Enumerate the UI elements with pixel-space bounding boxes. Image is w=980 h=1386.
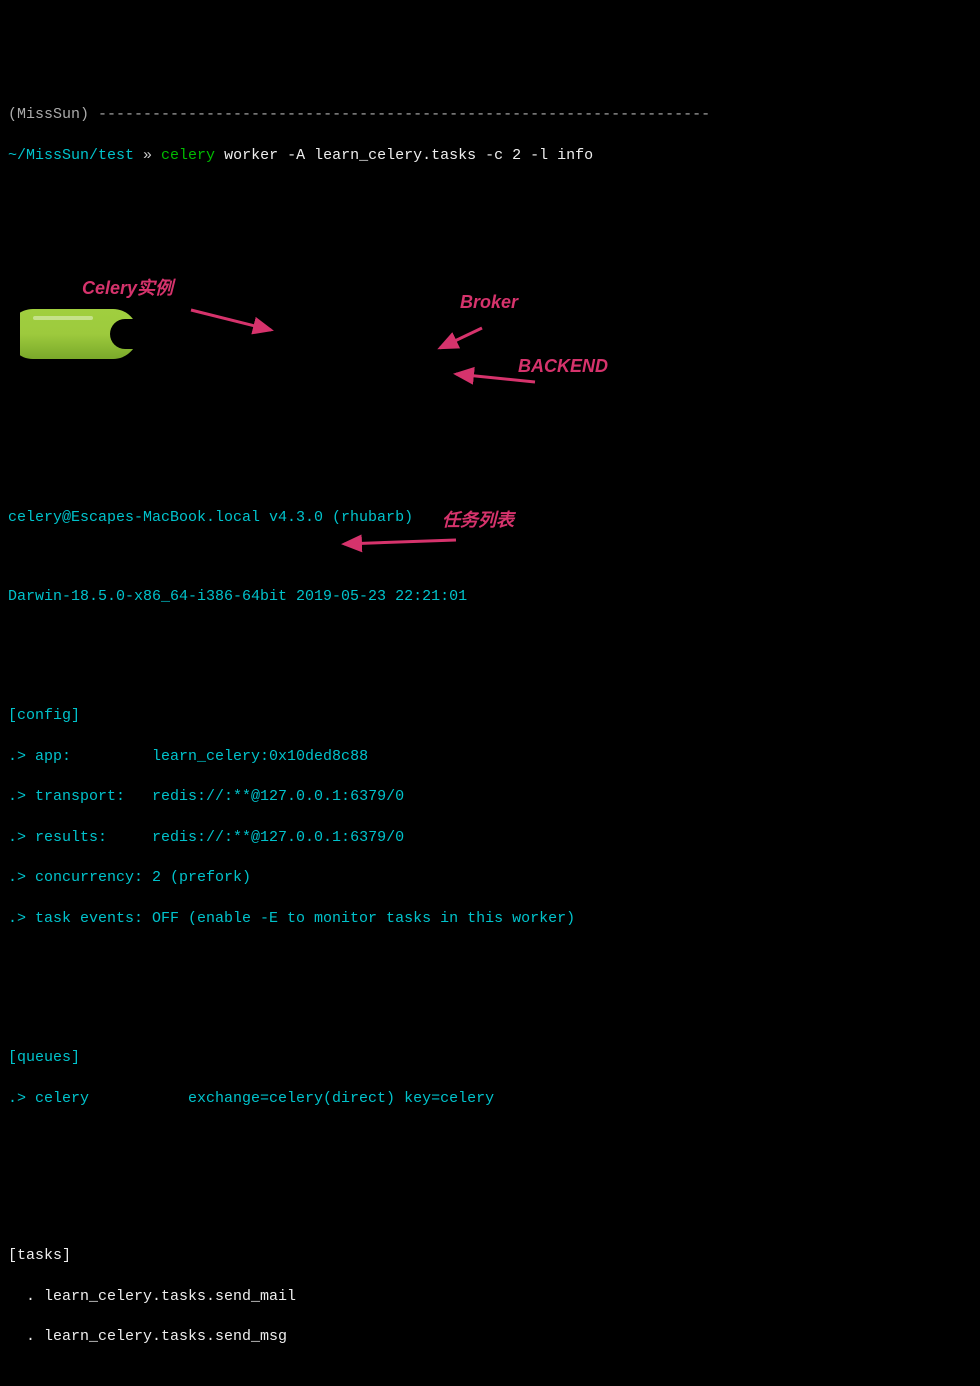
config-concurrency: .> concurrency: 2 (prefork) (8, 868, 972, 888)
command-rest: worker -A learn_celery.tasks -c 2 -l inf… (215, 147, 593, 164)
shell-header: (MissSun) ------------------------------… (8, 105, 972, 125)
celery-keyword: celery (161, 147, 215, 164)
annotation-celery-instance: Celery实例 (82, 276, 173, 300)
config-task-events: .> task events: OFF (enable -E to monito… (8, 909, 972, 929)
config-header: [config] (8, 706, 972, 726)
dashes: ----------------------------------------… (98, 106, 710, 123)
annotation-backend: BACKEND (518, 354, 608, 378)
task-item: . learn_celery.tasks.send_msg (8, 1327, 972, 1347)
tasks-header: [tasks] (8, 1246, 972, 1266)
annotation-task-list: 任务列表 (442, 508, 514, 532)
cwd: ~/MissSun/test (8, 147, 134, 164)
system-info: Darwin-18.5.0-x86_64-i386-64bit 2019-05-… (8, 587, 972, 607)
annotation-broker: Broker (460, 290, 518, 314)
prompt-sep: » (134, 147, 161, 164)
task-item: . learn_celery.tasks.send_mail (8, 1287, 972, 1307)
config-results: .> results: redis://:**@127.0.0.1:6379/0 (8, 828, 972, 848)
queues-header: [queues] (8, 1048, 972, 1068)
config-transport: .> transport: redis://:**@127.0.0.1:6379… (8, 787, 972, 807)
celery-logo-icon (8, 309, 138, 359)
arrow-celery-instance (168, 286, 286, 344)
config-app: .> app: learn_celery:0x10ded8c88 (8, 747, 972, 767)
queues-line: .> celery exchange=celery(direct) key=ce… (8, 1089, 972, 1109)
prompt-line: ~/MissSun/test » celery worker -A learn_… (8, 146, 972, 166)
shell-name: (MissSun) (8, 106, 89, 123)
